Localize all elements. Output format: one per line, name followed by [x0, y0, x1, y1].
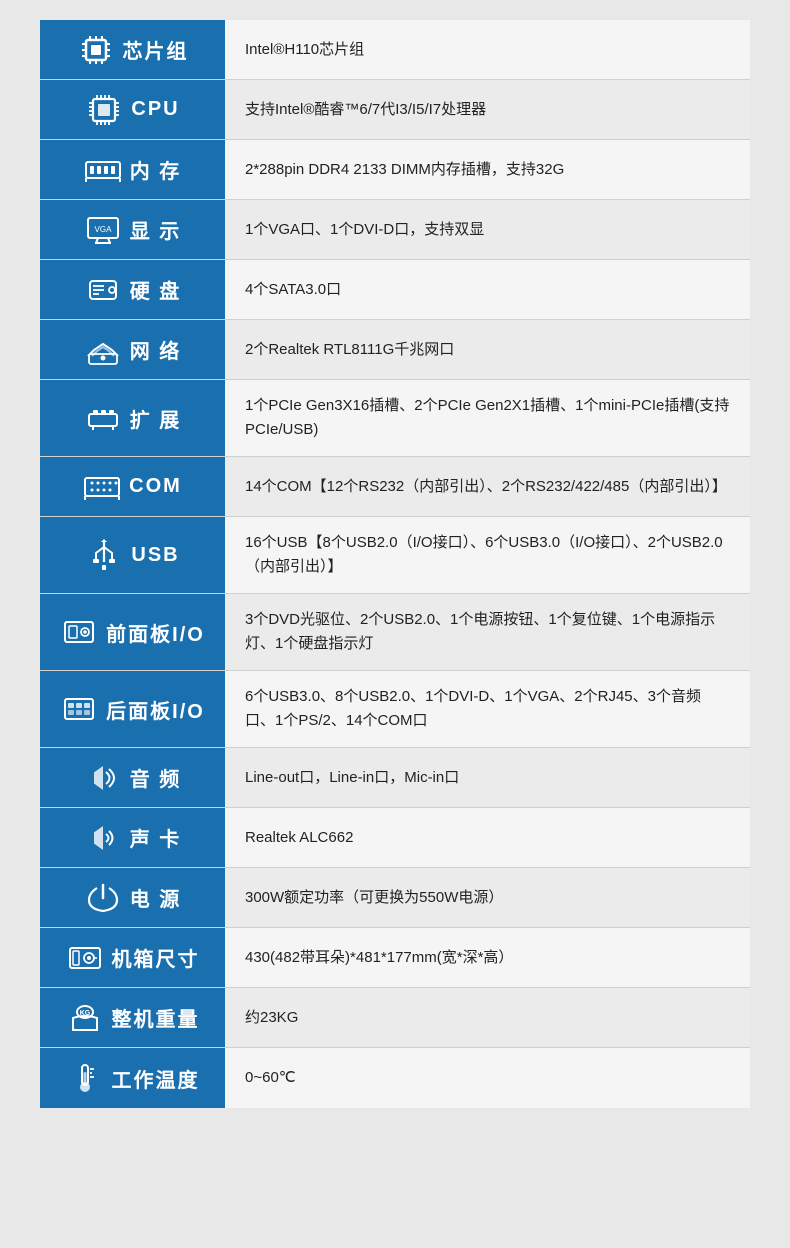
spec-row-expansion: 扩 展 1个PCIe Gen3X16插槽、2个PCIe Gen2X1插槽、1个m… [40, 380, 750, 457]
spec-label-display: VGA 显 示 [40, 200, 225, 259]
memory-icon [84, 151, 122, 189]
spec-label-harddisk: 硬 盘 [40, 260, 225, 319]
spec-label-expansion: 扩 展 [40, 380, 225, 456]
spec-label-soundcard: 声 卡 [40, 808, 225, 867]
spec-row-rear-panel: 后面板I/O 6个USB3.0、8个USB2.0、1个DVI-D、1个VGA、2… [40, 671, 750, 748]
label-text-chipset: 芯片组 [123, 35, 189, 64]
spec-label-usb: USB [40, 517, 225, 593]
label-text-front-panel: 前面板I/O [106, 618, 205, 647]
spec-label-memory: 内 存 [40, 140, 225, 199]
spec-row-com: COM 14个COM【12个RS232（内部引出）、2个RS232/422/48… [40, 457, 750, 517]
spec-label-cpu: CPU [40, 80, 225, 139]
label-text-com: COM [129, 475, 182, 498]
spec-value-usb: 16个USB【8个USB2.0（I/O接口）、6个USB3.0（I/O接口）、2… [225, 517, 750, 593]
label-text-power: 电 源 [130, 883, 182, 912]
spec-label-power: 电 源 [40, 868, 225, 927]
spec-row-audio: 音 频 Line-out口，Line-in口，Mic-in口 [40, 748, 750, 808]
spec-value-soundcard: Realtek ALC662 [225, 808, 750, 867]
spec-row-memory: 内 存 2*288pin DDR4 2133 DIMM内存插槽，支持32G [40, 140, 750, 200]
spec-value-power: 300W额定功率（可更换为550W电源） [225, 868, 750, 927]
display-icon: VGA [84, 211, 122, 249]
harddisk-icon [84, 271, 122, 309]
spec-value-audio: Line-out口，Line-in口，Mic-in口 [225, 748, 750, 807]
spec-row-harddisk: 硬 盘 4个SATA3.0口 [40, 260, 750, 320]
weight-icon: KG [66, 999, 104, 1037]
spec-value-weight: 约23KG [225, 988, 750, 1047]
spec-label-chassis: 机箱尺寸 [40, 928, 225, 987]
spec-value-cpu: 支持Intel®酷睿™6/7代I3/I5/I7处理器 [225, 80, 750, 139]
spec-value-display: 1个VGA口、1个DVI-D口，支持双显 [225, 200, 750, 259]
spec-row-temperature: 工作温度 0~60℃ [40, 1048, 750, 1108]
audio-icon [84, 759, 122, 797]
spec-value-com: 14个COM【12个RS232（内部引出）、2个RS232/422/485（内部… [225, 457, 750, 516]
label-text-network: 网 络 [130, 335, 182, 364]
spec-label-front-panel: 前面板I/O [40, 594, 225, 670]
spec-row-cpu: CPU 支持Intel®酷睿™6/7代I3/I5/I7处理器 [40, 80, 750, 140]
spec-table: 芯片组 Intel®H110芯片组 CPU [40, 20, 750, 1108]
usb-icon [85, 536, 123, 574]
label-text-memory: 内 存 [130, 155, 182, 184]
network-icon [84, 331, 122, 369]
spec-row-weight: KG 整机重量 约23KG [40, 988, 750, 1048]
spec-row-network: 网 络 2个Realtek RTL8111G千兆网口 [40, 320, 750, 380]
spec-value-harddisk: 4个SATA3.0口 [225, 260, 750, 319]
label-text-weight: 整机重量 [112, 1003, 200, 1032]
label-text-cpu: CPU [131, 98, 179, 121]
expansion-icon [84, 399, 122, 437]
label-text-display: 显 示 [130, 215, 182, 244]
spec-row-power: 电 源 300W额定功率（可更换为550W电源） [40, 868, 750, 928]
label-text-harddisk: 硬 盘 [130, 275, 182, 304]
soundcard-icon [84, 819, 122, 857]
spec-label-rear-panel: 后面板I/O [40, 671, 225, 747]
spec-value-memory: 2*288pin DDR4 2133 DIMM内存插槽，支持32G [225, 140, 750, 199]
com-icon [83, 468, 121, 506]
spec-row-chipset: 芯片组 Intel®H110芯片组 [40, 20, 750, 80]
label-text-usb: USB [131, 544, 179, 567]
spec-value-expansion: 1个PCIe Gen3X16插槽、2个PCIe Gen2X1插槽、1个mini-… [225, 380, 750, 456]
label-text-chassis: 机箱尺寸 [112, 943, 200, 972]
spec-value-front-panel: 3个DVD光驱位、2个USB2.0、1个电源按钮、1个复位键、1个电源指示灯、1… [225, 594, 750, 670]
cpu-icon [85, 91, 123, 129]
rearpanel-icon [60, 690, 98, 728]
label-text-soundcard: 声 卡 [130, 823, 182, 852]
spec-row-soundcard: 声 卡 Realtek ALC662 [40, 808, 750, 868]
spec-value-network: 2个Realtek RTL8111G千兆网口 [225, 320, 750, 379]
spec-label-chipset: 芯片组 [40, 20, 225, 79]
spec-value-temperature: 0~60℃ [225, 1048, 750, 1108]
label-text-rear-panel: 后面板I/O [106, 695, 205, 724]
chassis-icon [66, 939, 104, 977]
spec-value-rear-panel: 6个USB3.0、8个USB2.0、1个DVI-D、1个VGA、2个RJ45、3… [225, 671, 750, 747]
chipset-icon [77, 31, 115, 69]
spec-row-display: VGA 显 示 1个VGA口、1个DVI-D口，支持双显 [40, 200, 750, 260]
label-text-audio: 音 频 [130, 763, 182, 792]
spec-value-chassis: 430(482带耳朵)*481*177mm(宽*深*高） [225, 928, 750, 987]
spec-row-usb: USB 16个USB【8个USB2.0（I/O接口）、6个USB3.0（I/O接… [40, 517, 750, 594]
label-text-temperature: 工作温度 [112, 1064, 200, 1093]
spec-label-audio: 音 频 [40, 748, 225, 807]
power-icon [84, 879, 122, 917]
spec-value-chipset: Intel®H110芯片组 [225, 20, 750, 79]
temperature-icon [66, 1059, 104, 1097]
spec-label-weight: KG 整机重量 [40, 988, 225, 1047]
spec-row-front-panel: 前面板I/O 3个DVD光驱位、2个USB2.0、1个电源按钮、1个复位键、1个… [40, 594, 750, 671]
spec-page: 芯片组 Intel®H110芯片组 CPU [40, 20, 750, 1108]
frontpanel-icon [60, 613, 98, 651]
spec-label-network: 网 络 [40, 320, 225, 379]
spec-row-chassis: 机箱尺寸 430(482带耳朵)*481*177mm(宽*深*高） [40, 928, 750, 988]
spec-label-com: COM [40, 457, 225, 516]
spec-label-temperature: 工作温度 [40, 1048, 225, 1108]
svg-text:VGA: VGA [94, 225, 112, 234]
label-text-expansion: 扩 展 [130, 404, 182, 433]
